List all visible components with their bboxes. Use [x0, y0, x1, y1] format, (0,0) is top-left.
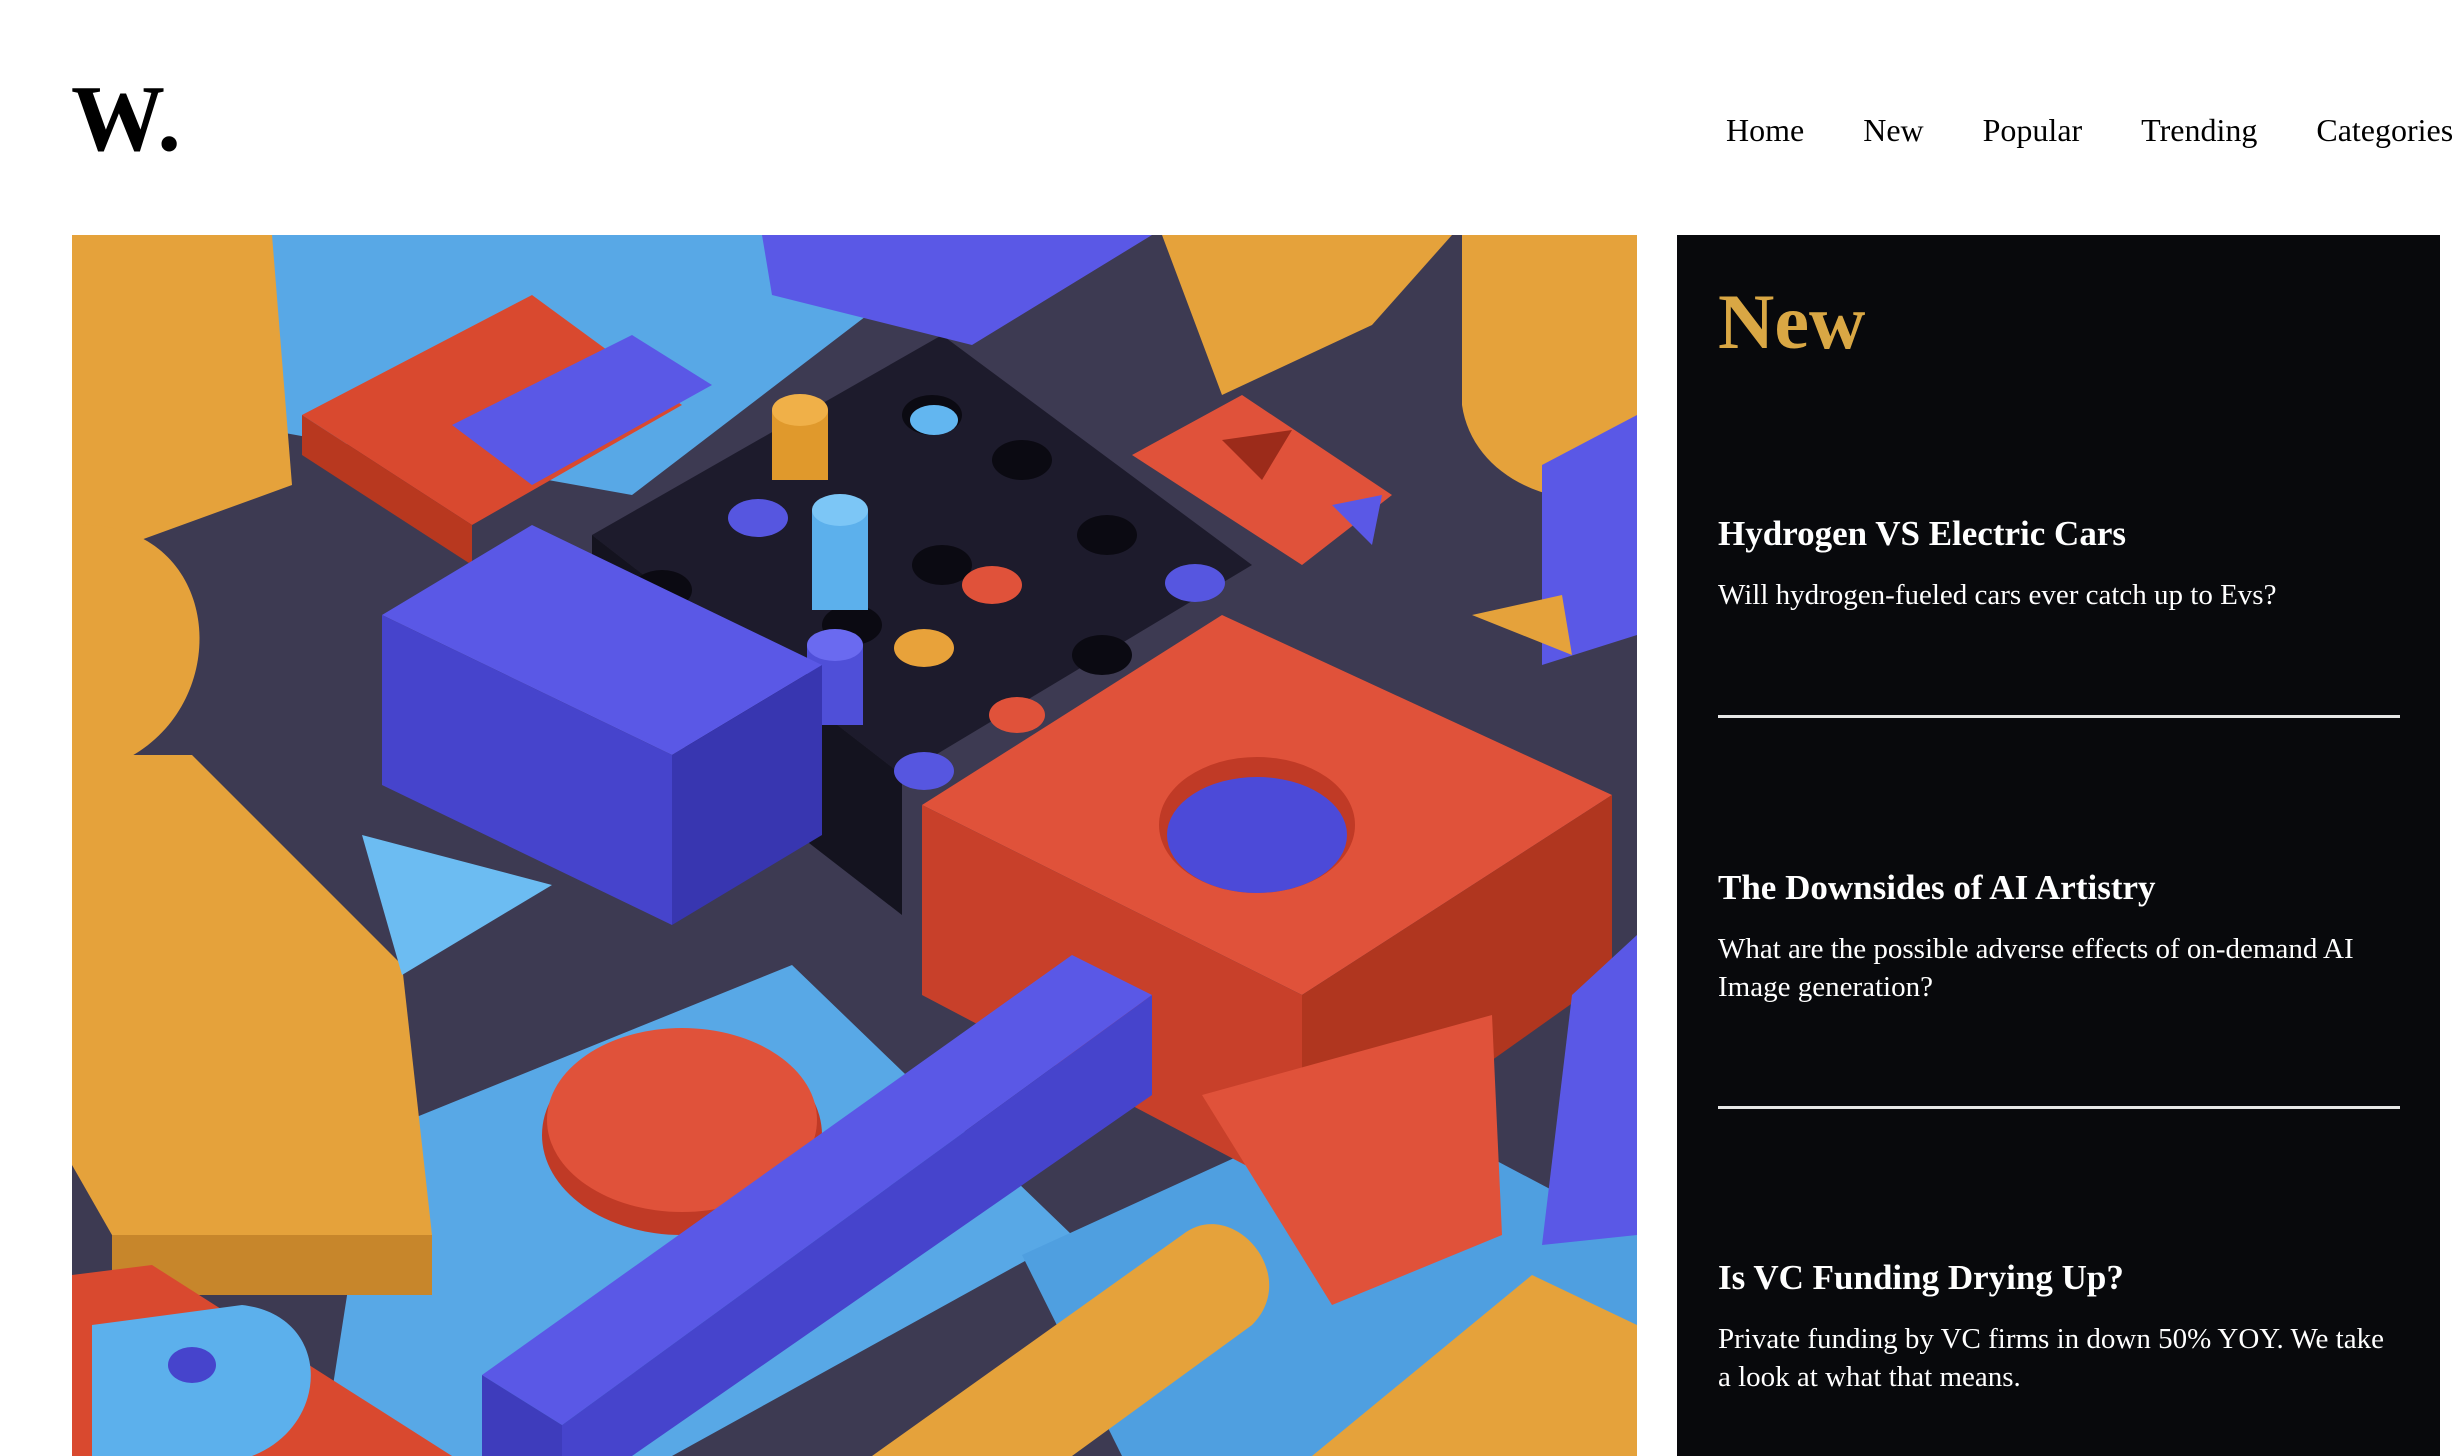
nav-item-popular[interactable]: Popular: [1983, 112, 2083, 149]
article-divider: [1718, 715, 2400, 718]
nav-item-home[interactable]: Home: [1726, 112, 1804, 149]
article-item[interactable]: Is VC Funding Drying Up? Private funding…: [1718, 1257, 2400, 1396]
article-divider: [1718, 1106, 2400, 1109]
sidebar-title: New: [1718, 278, 1866, 365]
article-description: What are the possible adverse effects of…: [1718, 933, 2354, 1003]
main-nav: Home New Popular Trending Categories: [1726, 112, 2454, 149]
nav-item-new[interactable]: New: [1863, 112, 1923, 149]
article-title[interactable]: Is VC Funding Drying Up?: [1718, 1257, 2400, 1299]
article-description: Will hydrogen-fueled cars ever catch up …: [1718, 579, 2277, 611]
abstract-3d-shapes-image: [72, 235, 1637, 1456]
site-header: W. Home New Popular Trending Categories: [0, 0, 2454, 235]
article-item[interactable]: The Downsides of AI Artistry What are th…: [1718, 867, 2400, 1006]
article-title[interactable]: The Downsides of AI Artistry: [1718, 867, 2400, 909]
article-description: Private funding by VC firms in down 50% …: [1718, 1323, 2384, 1393]
hero-image[interactable]: [72, 235, 1637, 1456]
nav-item-categories[interactable]: Categories: [2316, 112, 2453, 149]
new-articles-sidebar: New Hydrogen VS Electric Cars Will hydro…: [1677, 235, 2440, 1456]
article-title[interactable]: Hydrogen VS Electric Cars: [1718, 513, 2400, 555]
article-item[interactable]: Hydrogen VS Electric Cars Will hydrogen-…: [1718, 513, 2400, 615]
nav-item-trending[interactable]: Trending: [2141, 112, 2257, 149]
site-logo[interactable]: W.: [71, 72, 182, 166]
